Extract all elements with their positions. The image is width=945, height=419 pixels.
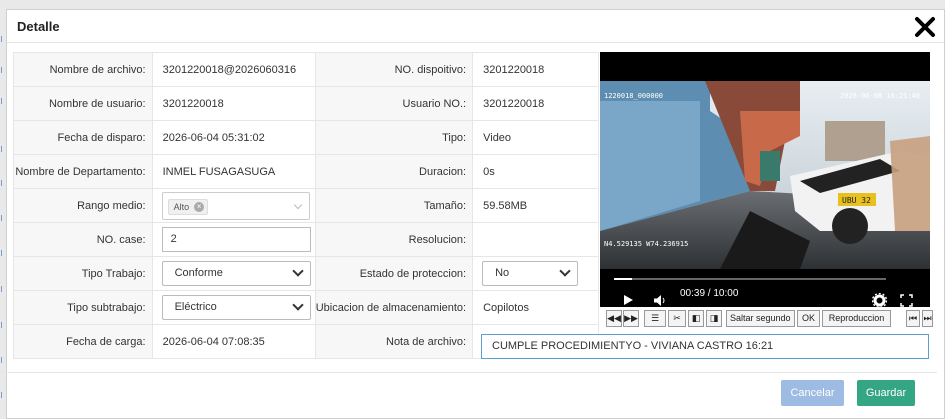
play-icon[interactable] [622, 294, 634, 306]
scissors-icon[interactable]: ✂ [668, 310, 686, 327]
settings-gear-icon[interactable] [872, 293, 887, 308]
note-label: Nota de archivo: [314, 324, 474, 359]
remove-tag-icon[interactable]: × [194, 201, 205, 212]
work-type-value: Conforme [174, 267, 223, 279]
osd-gps: N4.529135 W74.236915 [604, 240, 688, 248]
table-row: Nombre de usuario: 3201220018 Usuario NO… [13, 86, 599, 121]
video-progress-bar[interactable] [614, 278, 886, 280]
case-input[interactable]: 2 [161, 227, 311, 252]
resolution-label: Resolucion: [314, 222, 474, 257]
size-value: 59.58MB [472, 188, 599, 223]
next-icon[interactable]: ⏭ [922, 310, 933, 327]
plate-text: UBU 32 [842, 196, 871, 205]
department-value: INMEL FUSAGASUGA [151, 154, 316, 189]
storage-label: Ubicacion de almacenamiento: [314, 290, 474, 325]
subwork-select[interactable]: Eléctrico [161, 295, 311, 320]
upload-date-label: Fecha de carga: [13, 324, 153, 359]
fullscreen-icon[interactable] [900, 294, 913, 307]
rewind-icon[interactable]: ◀◀ [606, 310, 622, 327]
type-label: Tipo: [314, 120, 474, 155]
table-row: NO. case: 2 Resolucion: [13, 222, 599, 257]
cancel-button[interactable]: Cancelar [781, 380, 844, 406]
range-multiselect[interactable]: Alto × [161, 191, 310, 220]
detail-table: Nombre de archivo: 3201220018@2026060316… [13, 52, 599, 359]
chevron-down-icon [293, 200, 302, 209]
subwork-value: Eléctrico [174, 301, 217, 313]
type-value: Video [472, 120, 599, 155]
storage-value: Copilotos [472, 290, 599, 325]
range-tag: Alto × [167, 198, 209, 215]
table-row: Tipo subtrabajo: Eléctrico Ubicacion de … [13, 290, 599, 325]
trigger-date-value: 2026-06-04 05:31:02 [151, 120, 316, 155]
chevron-down-icon [559, 265, 571, 277]
device-no-value: 3201220018 [472, 52, 599, 87]
duration-label: Duracion: [314, 154, 474, 189]
protection-label: Estado de proteccion: [314, 256, 474, 291]
table-row: Rango medio: Alto × Tamaño: 59.58MB [13, 188, 599, 223]
table-row: Nombre de Departamento: INMEL FUSAGASUGA… [13, 154, 599, 189]
previous-icon[interactable]: ⏮ [906, 310, 920, 327]
dashcam-frame-image: UBU 32 N4.529135 W74.236915 [600, 81, 930, 269]
playback-button[interactable]: Reproduccion [822, 310, 891, 327]
chevron-down-icon [291, 265, 304, 277]
file-name-label: Nombre de archivo: [13, 52, 153, 87]
fast-forward-icon[interactable]: ▶▶ [623, 310, 639, 327]
size-label: Tamaño: [314, 188, 474, 223]
skip-seconds-placeholder: Saltar segundo [730, 313, 791, 323]
trigger-date-label: Fecha de disparo: [13, 120, 153, 155]
save-button[interactable]: Guardar [857, 380, 915, 406]
modal-header: Detalle [7, 10, 944, 43]
protection-value: No [495, 267, 510, 279]
user-name-label: Nombre de usuario: [13, 86, 153, 121]
range-tag-label: Alto [173, 201, 190, 212]
video-frame: UBU 32 N4.529135 W74.236915 [600, 81, 930, 269]
frame-forward-icon[interactable]: ◨ [706, 310, 722, 327]
duration-value: 0s [472, 154, 599, 189]
list-icon[interactable]: ☰ [644, 310, 666, 327]
video-player[interactable]: UBU 32 N4.529135 W74.236915 1220018_0000… [600, 52, 930, 308]
work-type-select[interactable]: Conforme [161, 261, 311, 286]
department-label: Nombre de Departamento: [13, 154, 153, 189]
skip-seconds-input[interactable]: Saltar segundo [726, 310, 795, 327]
footer-divider [0, 372, 937, 373]
modal-title: Detalle [17, 19, 60, 34]
range-label: Rango medio: [13, 188, 153, 223]
table-row: Nombre de archivo: 3201220018@2026060316… [13, 52, 599, 87]
file-name-value: 3201220018@2026060316 [151, 52, 316, 87]
frame-back-icon[interactable]: ◧ [688, 310, 704, 327]
close-icon[interactable] [914, 16, 936, 38]
user-name-value: 3201220018 [151, 86, 316, 121]
protection-select[interactable]: No [482, 261, 579, 286]
resolution-value [472, 222, 599, 257]
user-no-value: 3201220018 [472, 86, 599, 121]
video-time: 00:39 / 10:00 [680, 288, 739, 299]
table-row: Tipo Trabajo: Conforme Estado de protecc… [13, 256, 599, 291]
table-row: Fecha de disparo: 2026-06-04 05:31:02 Ti… [13, 120, 599, 155]
ok-button[interactable]: OK [797, 310, 820, 327]
video-toolbar: ◀◀ ▶▶ ☰ ✂ ◧ ◨ Saltar segundo OK Reproduc… [600, 310, 933, 328]
osd-id: 1220018_000000 [604, 92, 664, 100]
upload-date-value: 2026-06-04 07:08:35 [151, 324, 316, 359]
user-no-label: Usuario NO.: [314, 86, 474, 121]
note-input[interactable]: CUMPLE PROCEDIMIENTYO - VIVIANA CASTRO 1… [481, 334, 929, 359]
osd-datetime: 2026-06-08 16:21:40 [840, 92, 921, 100]
device-no-label: NO. dispoitivo: [314, 52, 474, 87]
video-progress-fill [614, 278, 632, 280]
work-type-label: Tipo Trabajo: [13, 256, 153, 291]
subwork-label: Tipo subtrabajo: [13, 290, 153, 325]
volume-icon[interactable] [654, 295, 668, 306]
case-label: NO. case: [13, 222, 153, 257]
chevron-down-icon [291, 299, 304, 311]
